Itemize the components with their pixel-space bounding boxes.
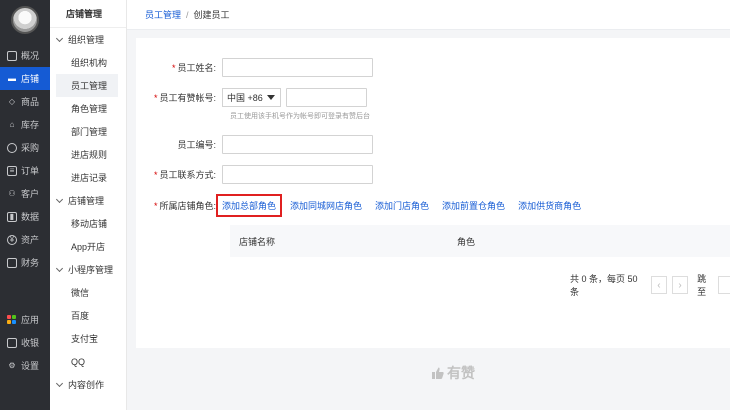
nav-bottom: 应用 收银 ⚙ 设置 xyxy=(0,308,50,377)
chevron-down-icon xyxy=(55,34,64,42)
subnav-item-wechat[interactable]: 微信 xyxy=(50,281,126,304)
jump-page-input[interactable] xyxy=(718,276,730,294)
field-staff-account: * 员工有赞帐号: 中国 +86 xyxy=(136,88,367,107)
nav-item-store[interactable]: ▬ 店铺 xyxy=(0,67,50,90)
finance-icon xyxy=(7,257,17,268)
breadcrumb-current: 创建员工 xyxy=(193,10,230,20)
column-store-name: 店铺名称 xyxy=(239,236,276,247)
field-staff-name: * 员工姓名: xyxy=(136,58,373,77)
jump-label: 跳至 xyxy=(697,274,707,297)
nav-item-customers[interactable]: ⚇ 客户 xyxy=(0,182,50,205)
staff-contact-input[interactable] xyxy=(222,165,373,184)
subnav-item-entry-rules[interactable]: 进店规则 xyxy=(50,143,126,166)
subnav-item-staff[interactable]: 员工管理 xyxy=(56,74,118,97)
subnav-item-entry-records[interactable]: 进店记录 xyxy=(50,166,126,189)
add-supplier-role-link[interactable]: 添加供货商角色 xyxy=(518,199,581,212)
brand-name: 有赞 xyxy=(447,365,475,381)
subnav-item-qq[interactable]: QQ xyxy=(50,350,126,373)
staff-account-label: * 员工有赞帐号: xyxy=(153,93,216,103)
phone-input[interactable] xyxy=(286,88,367,107)
column-role: 角色 xyxy=(457,236,476,247)
staff-name-input[interactable] xyxy=(222,58,373,77)
pagination-summary: 共 0 条，每页 50 条 xyxy=(570,274,638,297)
nav-item-assets[interactable]: ¥ 资产 xyxy=(0,228,50,251)
nav-item-orders[interactable]: ≡ 订单 xyxy=(0,159,50,182)
field-staff-number: 员工编号: xyxy=(136,135,373,154)
staff-number-input[interactable] xyxy=(222,135,373,154)
nav-item-overview[interactable]: 概况 xyxy=(0,44,50,67)
nav-item-purchase[interactable]: 采购 xyxy=(0,136,50,159)
footer-brand: 有赞 xyxy=(432,363,475,383)
breadcrumb-parent-link[interactable]: 员工管理 xyxy=(145,8,181,21)
main-nav: 概况 ▬ 店铺 ◇ 商品 ⌂ 库存 采购 ≡ 订单 ⚇ 客户 ▮ 数据 ¥ 资产 财务 应用 … xyxy=(0,0,50,410)
user-icon: ⚇ xyxy=(8,189,16,198)
chevron-down-icon xyxy=(55,195,64,203)
subnav-item-departments[interactable]: 部门管理 xyxy=(50,120,126,143)
apps-icon xyxy=(7,314,17,325)
subnav-item-mobile-store[interactable]: 移动店铺 xyxy=(50,212,126,235)
chart-icon: ▮ xyxy=(7,211,17,222)
thumbs-up-icon xyxy=(432,367,444,379)
caret-down-icon xyxy=(267,95,275,100)
purchase-icon xyxy=(7,142,17,153)
nav-item-finance[interactable]: 财务 xyxy=(0,251,50,274)
chevron-down-icon xyxy=(55,264,64,272)
store-icon: ▬ xyxy=(8,74,16,83)
staff-name-label: * 员工姓名: xyxy=(171,63,216,73)
breadcrumb: 员工管理 / 创建员工 xyxy=(127,0,730,30)
subnav-group-miniprogram[interactable]: 小程序管理 xyxy=(50,258,126,281)
field-store-role: * 所属店铺角色: 添加总部角色 添加同城网店角色 添加门店角色 添加前置仓角色 … xyxy=(136,194,594,217)
nav-item-inventory[interactable]: ⌂ 库存 xyxy=(0,113,50,136)
account-hint: 员工使用该手机号作为帐号即可登录有赞后台 xyxy=(230,113,370,120)
add-shop-role-link[interactable]: 添加门店角色 xyxy=(375,199,429,212)
subnav-item-baidu[interactable]: 百度 xyxy=(50,304,126,327)
subnav-item-alipay[interactable]: 支付宝 xyxy=(50,327,126,350)
add-city-store-role-link[interactable]: 添加同城网店角色 xyxy=(290,199,362,212)
cashier-icon xyxy=(7,337,17,348)
nav-item-settings[interactable]: ⚙ 设置 xyxy=(0,354,50,377)
asset-icon: ¥ xyxy=(7,234,17,245)
subnav-group-org[interactable]: 组织管理 xyxy=(50,28,126,51)
subnav-group-store[interactable]: 店铺管理 xyxy=(50,189,126,212)
add-hq-role-link[interactable]: 添加总部角色 xyxy=(216,194,283,217)
store-role-label: * 所属店铺角色: xyxy=(153,201,216,211)
pagination: 共 0 条，每页 50 条 ‹ › 跳至 xyxy=(570,272,730,298)
subnav-item-org-structure[interactable]: 组织机构 xyxy=(50,51,126,74)
create-staff-form: * 员工姓名: * 员工有赞帐号: 中国 +86 员工使用该手机号作为帐号即可登录有… xyxy=(136,38,730,348)
subnav-group-content[interactable]: 内容创作 xyxy=(50,373,126,396)
country-code-select[interactable]: 中国 +86 xyxy=(222,88,281,107)
nav-item-goods[interactable]: ◇ 商品 xyxy=(0,90,50,113)
order-icon: ≡ xyxy=(7,165,17,176)
sub-nav: 店铺管理 组织管理 组织机构 员工管理 角色管理 部门管理 进店规则 进店记录 … xyxy=(50,0,127,410)
staff-contact-label: * 员工联系方式: xyxy=(153,170,216,180)
subnav-item-app-store[interactable]: App开店 xyxy=(50,235,126,258)
dashboard-icon xyxy=(7,50,17,61)
store-avatar[interactable] xyxy=(11,6,39,34)
settings-icon: ⚙ xyxy=(8,361,16,370)
next-page-button[interactable]: › xyxy=(672,276,689,294)
prev-page-button[interactable]: ‹ xyxy=(650,276,668,294)
subnav-title: 店铺管理 xyxy=(50,0,126,28)
tag-icon: ◇ xyxy=(8,97,16,106)
subnav-item-roles[interactable]: 角色管理 xyxy=(50,97,126,120)
add-front-warehouse-role-link[interactable]: 添加前置仓角色 xyxy=(442,199,505,212)
house-icon: ⌂ xyxy=(9,120,15,129)
nav-item-data[interactable]: ▮ 数据 xyxy=(0,205,50,228)
nav-item-apps[interactable]: 应用 xyxy=(0,308,50,331)
chevron-down-icon xyxy=(55,379,64,387)
field-staff-contact: * 员工联系方式: xyxy=(136,165,373,184)
staff-number-label: 员工编号: xyxy=(177,140,216,150)
role-table-header: 店铺名称 角色 xyxy=(230,225,730,257)
breadcrumb-separator: / xyxy=(186,9,189,20)
nav-item-cashier[interactable]: 收银 xyxy=(0,331,50,354)
